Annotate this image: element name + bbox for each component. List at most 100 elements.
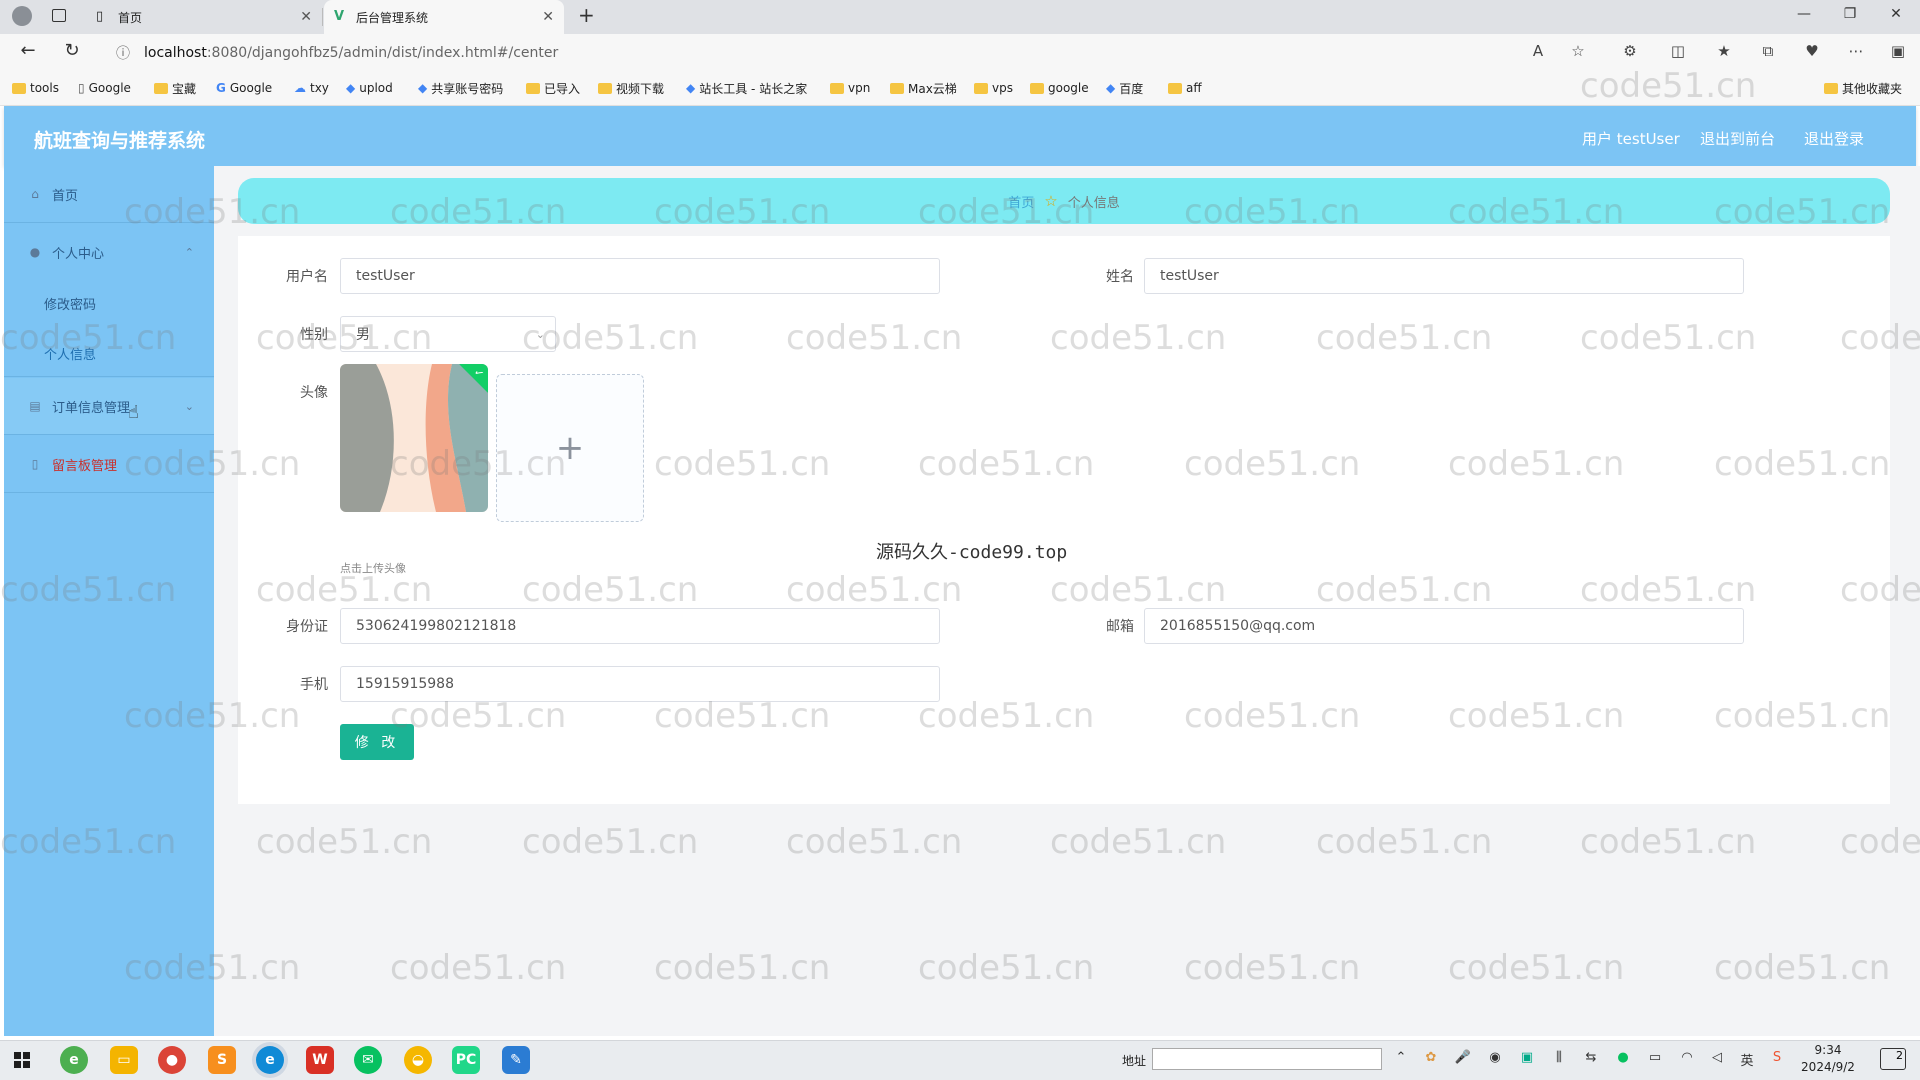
bookmark-item[interactable]: ◆ 百度	[1106, 78, 1143, 98]
username-input[interactable]	[340, 258, 940, 294]
id-card-input[interactable]	[340, 608, 940, 644]
bookmark-item[interactable]: aff	[1168, 78, 1202, 98]
wps-icon[interactable]: W	[306, 1046, 334, 1074]
more-menu-icon[interactable]: ⋯	[1844, 42, 1868, 60]
url-field[interactable]: ⓘ localhost:8080/djangohfbz5/admin/dist/…	[110, 38, 1550, 68]
search-app-icon[interactable]: e	[60, 1046, 88, 1074]
wifi-icon[interactable]: ◠	[1676, 1050, 1698, 1065]
taskbar-clock[interactable]: 9:34 2024/9/2	[1796, 1042, 1860, 1076]
app-bell-icon[interactable]: ◒	[404, 1046, 432, 1074]
url-host: localhost	[144, 45, 207, 61]
sublime-icon[interactable]: S	[208, 1046, 236, 1074]
chevron-up-icon[interactable]: ⌃	[1390, 1050, 1412, 1065]
site-info-icon[interactable]: ⓘ	[116, 43, 130, 63]
avatar-upload-button[interactable]: +	[496, 374, 644, 522]
microphone-icon[interactable]: 🎤	[1452, 1050, 1474, 1065]
bookmark-item[interactable]: ◆ 站长工具 - 站长之家	[686, 78, 807, 98]
bookmark-item[interactable]: 已导入	[526, 78, 580, 98]
bookmark-label: 已导入	[544, 81, 581, 96]
user-icon: ●	[29, 245, 41, 259]
file-explorer-icon[interactable]: ▭	[110, 1046, 138, 1074]
gender-select[interactable]: 男 ⌄	[340, 316, 556, 352]
start-windows-icon[interactable]	[14, 1052, 30, 1068]
sidebar-toggle-icon[interactable]: ▣	[1886, 42, 1910, 60]
bookmark-item[interactable]: Max云梯	[890, 78, 957, 98]
notification-icon[interactable]: 2	[1880, 1048, 1906, 1070]
split-screen-icon[interactable]: ◫	[1666, 42, 1690, 60]
extensions-icon[interactable]: ⚙	[1618, 42, 1642, 60]
qq-icon[interactable]: ◉	[1484, 1050, 1506, 1065]
sidebar-item-personal-center[interactable]: ● 个人中心 ⌃	[4, 224, 214, 280]
new-tab-button[interactable]: +	[578, 3, 595, 27]
username-label: 用户名	[286, 269, 328, 285]
email-input[interactable]	[1144, 608, 1744, 644]
bookmark-item[interactable]: google	[1030, 78, 1089, 98]
chevron-up-icon: ⌃	[184, 245, 194, 259]
tab-admin[interactable]: V 后台管理系统 ✕	[324, 0, 564, 34]
restore-icon[interactable]: ❐	[1840, 6, 1860, 22]
chevron-down-icon: ⌄	[184, 399, 194, 413]
tray-app-icon[interactable]: ✿	[1420, 1050, 1442, 1065]
close-window-icon[interactable]: ✕	[1886, 6, 1906, 22]
bookmark-item[interactable]: 视频下载	[598, 78, 664, 98]
logout-link[interactable]: 退出登录	[1804, 128, 1864, 149]
close-tab-icon[interactable]: ✕	[300, 9, 312, 25]
bookmark-item[interactable]: ▯ Google	[78, 78, 131, 98]
sogou-icon[interactable]: S	[1766, 1050, 1788, 1065]
avatar-image[interactable]: ✓	[340, 364, 488, 512]
bookmark-item[interactable]: ◆ 共享账号密码	[418, 78, 503, 98]
sidebar-subitem-change-password[interactable]: 修改密码	[4, 278, 214, 328]
browser-essentials-icon[interactable]: ♥	[1800, 42, 1824, 60]
to-front-link[interactable]: 退出到前台	[1700, 128, 1775, 149]
refresh-icon[interactable]: ↻	[60, 40, 84, 61]
notepad-icon[interactable]: ✎	[502, 1046, 530, 1074]
bookmark-item[interactable]: 宝藏	[154, 78, 196, 98]
sidebar-item-message-board[interactable]: ▯ 留言板管理	[4, 436, 214, 492]
bookmark-item[interactable]: tools	[12, 78, 59, 98]
folder-icon	[12, 82, 26, 94]
sidebar-item-label: 首页	[52, 188, 79, 204]
minimize-icon[interactable]: —	[1794, 6, 1814, 22]
submit-button[interactable]: 修 改	[340, 724, 414, 760]
bookmark-item[interactable]: ◆ uplod	[346, 78, 393, 98]
bookmark-item[interactable]: vpn	[830, 78, 870, 98]
taskbar-address-input[interactable]	[1152, 1048, 1382, 1070]
tray-app-icon[interactable]: ⫼	[1548, 1050, 1570, 1065]
tray-app-icon[interactable]: ⇆	[1580, 1050, 1602, 1065]
tab-actions-icon[interactable]	[52, 9, 66, 22]
battery-icon[interactable]: ▭	[1644, 1050, 1666, 1065]
volume-icon[interactable]: ◁	[1706, 1050, 1728, 1065]
bookmark-other[interactable]: 其他收藏夹	[1824, 78, 1902, 98]
clock-date: 2024/9/2	[1801, 1060, 1855, 1074]
tab-home[interactable]: ▯ 首页 ✕	[86, 0, 322, 34]
close-tab-icon[interactable]: ✕	[542, 9, 554, 25]
name-input[interactable]	[1144, 258, 1744, 294]
language-indicator[interactable]: 英	[1736, 1050, 1758, 1069]
phone-input[interactable]	[340, 666, 940, 702]
bookmark-item[interactable]: G Google	[216, 78, 272, 98]
pycharm-icon[interactable]: PC	[452, 1046, 480, 1074]
wechat-icon[interactable]: ✉	[354, 1046, 382, 1074]
breadcrumb-home[interactable]: 首页	[1008, 192, 1034, 211]
sidebar-item-home[interactable]: ⌂ 首页	[4, 166, 214, 222]
bookmark-label: 宝藏	[172, 81, 197, 96]
profile-icon[interactable]	[12, 6, 32, 26]
collections-icon[interactable]: ⧉	[1756, 42, 1780, 60]
chrome-icon[interactable]: ●	[158, 1046, 186, 1074]
bookmark-item[interactable]: vps	[974, 78, 1013, 98]
tray-app-icon[interactable]: ▣	[1516, 1050, 1538, 1065]
sidebar-item-label: 个人信息	[44, 347, 97, 363]
back-icon[interactable]: ←	[16, 40, 40, 61]
sidebar-subitem-personal-info[interactable]: 个人信息	[4, 328, 214, 378]
bookmark-label: Google	[229, 81, 273, 95]
edge-icon[interactable]: e	[256, 1046, 284, 1074]
sidebar-item-order-management[interactable]: ▤ 订单信息管理 ⌄	[4, 378, 214, 434]
document-icon: ▤	[29, 399, 41, 413]
favorite-star-icon[interactable]: ☆	[1566, 42, 1590, 60]
breadcrumb-current: 个人信息	[1067, 195, 1120, 211]
favorites-icon[interactable]: ★	[1712, 42, 1736, 60]
wechat-tray-icon[interactable]: ●	[1612, 1050, 1634, 1065]
bookmark-item[interactable]: ☁ txy	[294, 78, 329, 98]
chevron-down-icon: ⌄	[535, 327, 545, 341]
read-aloud-icon[interactable]: A	[1526, 42, 1550, 60]
